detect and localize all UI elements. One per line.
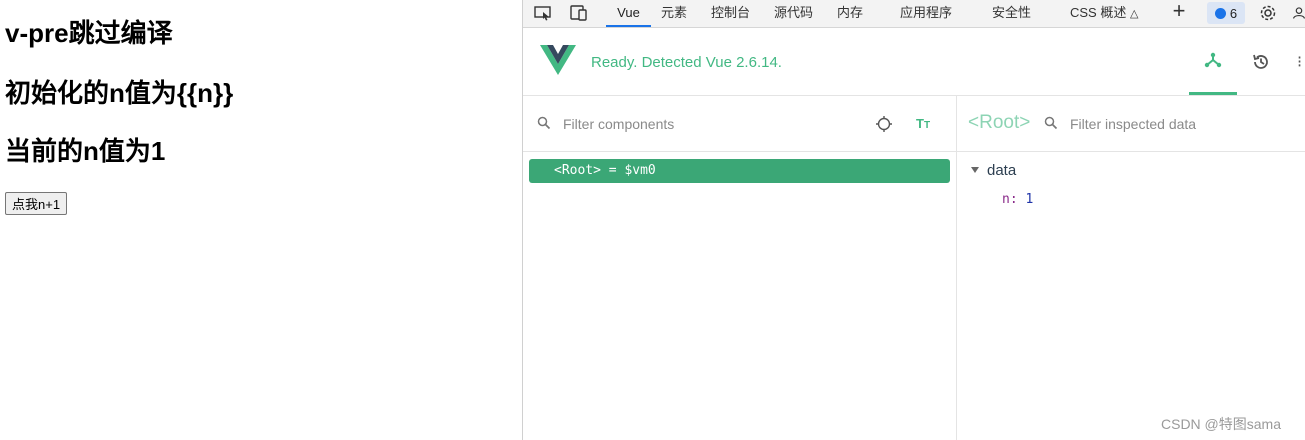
inspect-icon[interactable]: [533, 3, 553, 23]
data-section-label: data: [987, 162, 1017, 179]
plus-icon[interactable]: +: [1169, 0, 1189, 23]
filter-components-input[interactable]: [561, 115, 825, 133]
tab-sources[interactable]: 源代码: [774, 0, 813, 27]
vue-devtools-header: Ready. Detected Vue 2.6.14. ⁝: [523, 28, 1305, 96]
more-icon: ⁝: [1297, 53, 1303, 71]
property-value: 1: [1025, 192, 1034, 207]
vue-logo-icon: [540, 45, 576, 80]
history-icon: [1253, 54, 1268, 69]
devtools-panel: Vue 元素 控制台 源代码 内存 应用程序 安全性 CSS 概述 △ + 6: [522, 0, 1305, 440]
components-tab[interactable]: [1189, 28, 1237, 95]
components-icon: [1204, 52, 1222, 68]
tab-security[interactable]: 安全性: [992, 0, 1031, 27]
filter-inspected-data-input[interactable]: [1068, 115, 1292, 133]
search-icon: [537, 116, 551, 135]
search-icon: [1044, 116, 1058, 135]
component-name: <Root>: [554, 163, 601, 178]
property-key: n:: [1002, 192, 1018, 207]
device-toolbar-icon[interactable]: [569, 3, 589, 23]
format-text-icon[interactable]: TT: [916, 116, 930, 131]
timeline-tab[interactable]: [1237, 28, 1285, 95]
caret-down-icon: [971, 167, 979, 174]
more-tab[interactable]: ⁝: [1285, 28, 1305, 95]
tab-css-overview-label: CSS 概述: [1070, 5, 1127, 20]
tab-elements[interactable]: 元素: [661, 0, 687, 27]
heading-v-pre: v-pre跳过编译: [5, 18, 173, 48]
settings-icon[interactable]: [1258, 3, 1278, 23]
flask-icon: △: [1129, 8, 1139, 20]
tab-console[interactable]: 控制台: [711, 0, 750, 27]
increment-n-button[interactable]: 点我n+1: [5, 192, 68, 215]
heading-current-n: 当前的n值为1: [5, 136, 166, 166]
data-property-n[interactable]: n: 1: [1002, 192, 1033, 207]
inspector-pane: <Root> data n: 1: [957, 96, 1305, 440]
watermark: CSDN @特图sama: [1161, 416, 1282, 432]
page-content: v-pre跳过编译 初始化的n值为{{n}} 当前的n值为1 点我n+1: [0, 0, 522, 440]
component-tree-row-root[interactable]: <Root> = $vm0: [529, 159, 950, 183]
devtools-tab-bar: Vue 元素 控制台 源代码 内存 应用程序 安全性 CSS 概述 △ + 6: [523, 0, 1305, 28]
data-section-header[interactable]: data: [971, 162, 1016, 179]
heading-initial-n: 初始化的n值为{{n}}: [5, 78, 234, 108]
tab-application[interactable]: 应用程序: [900, 0, 952, 27]
tab-memory[interactable]: 内存: [837, 0, 863, 27]
vue-status-text: Ready. Detected Vue 2.6.14.: [591, 54, 782, 71]
issues-count: 6: [1229, 5, 1238, 21]
issues-icon: [1214, 7, 1226, 19]
tab-vue[interactable]: Vue: [606, 0, 651, 27]
tab-css-overview[interactable]: CSS 概述 △: [1070, 0, 1138, 27]
components-filter-bar: TT: [523, 96, 956, 152]
components-pane: TT <Root> = $vm0: [523, 96, 957, 440]
inspected-component-title: <Root>: [968, 112, 1031, 133]
user-icon[interactable]: [1292, 3, 1305, 23]
inspector-filter-bar: <Root>: [957, 96, 1305, 152]
select-component-icon[interactable]: [875, 115, 893, 138]
component-vm-ref: = $vm0: [608, 163, 656, 178]
issues-badge[interactable]: 6: [1207, 2, 1245, 24]
